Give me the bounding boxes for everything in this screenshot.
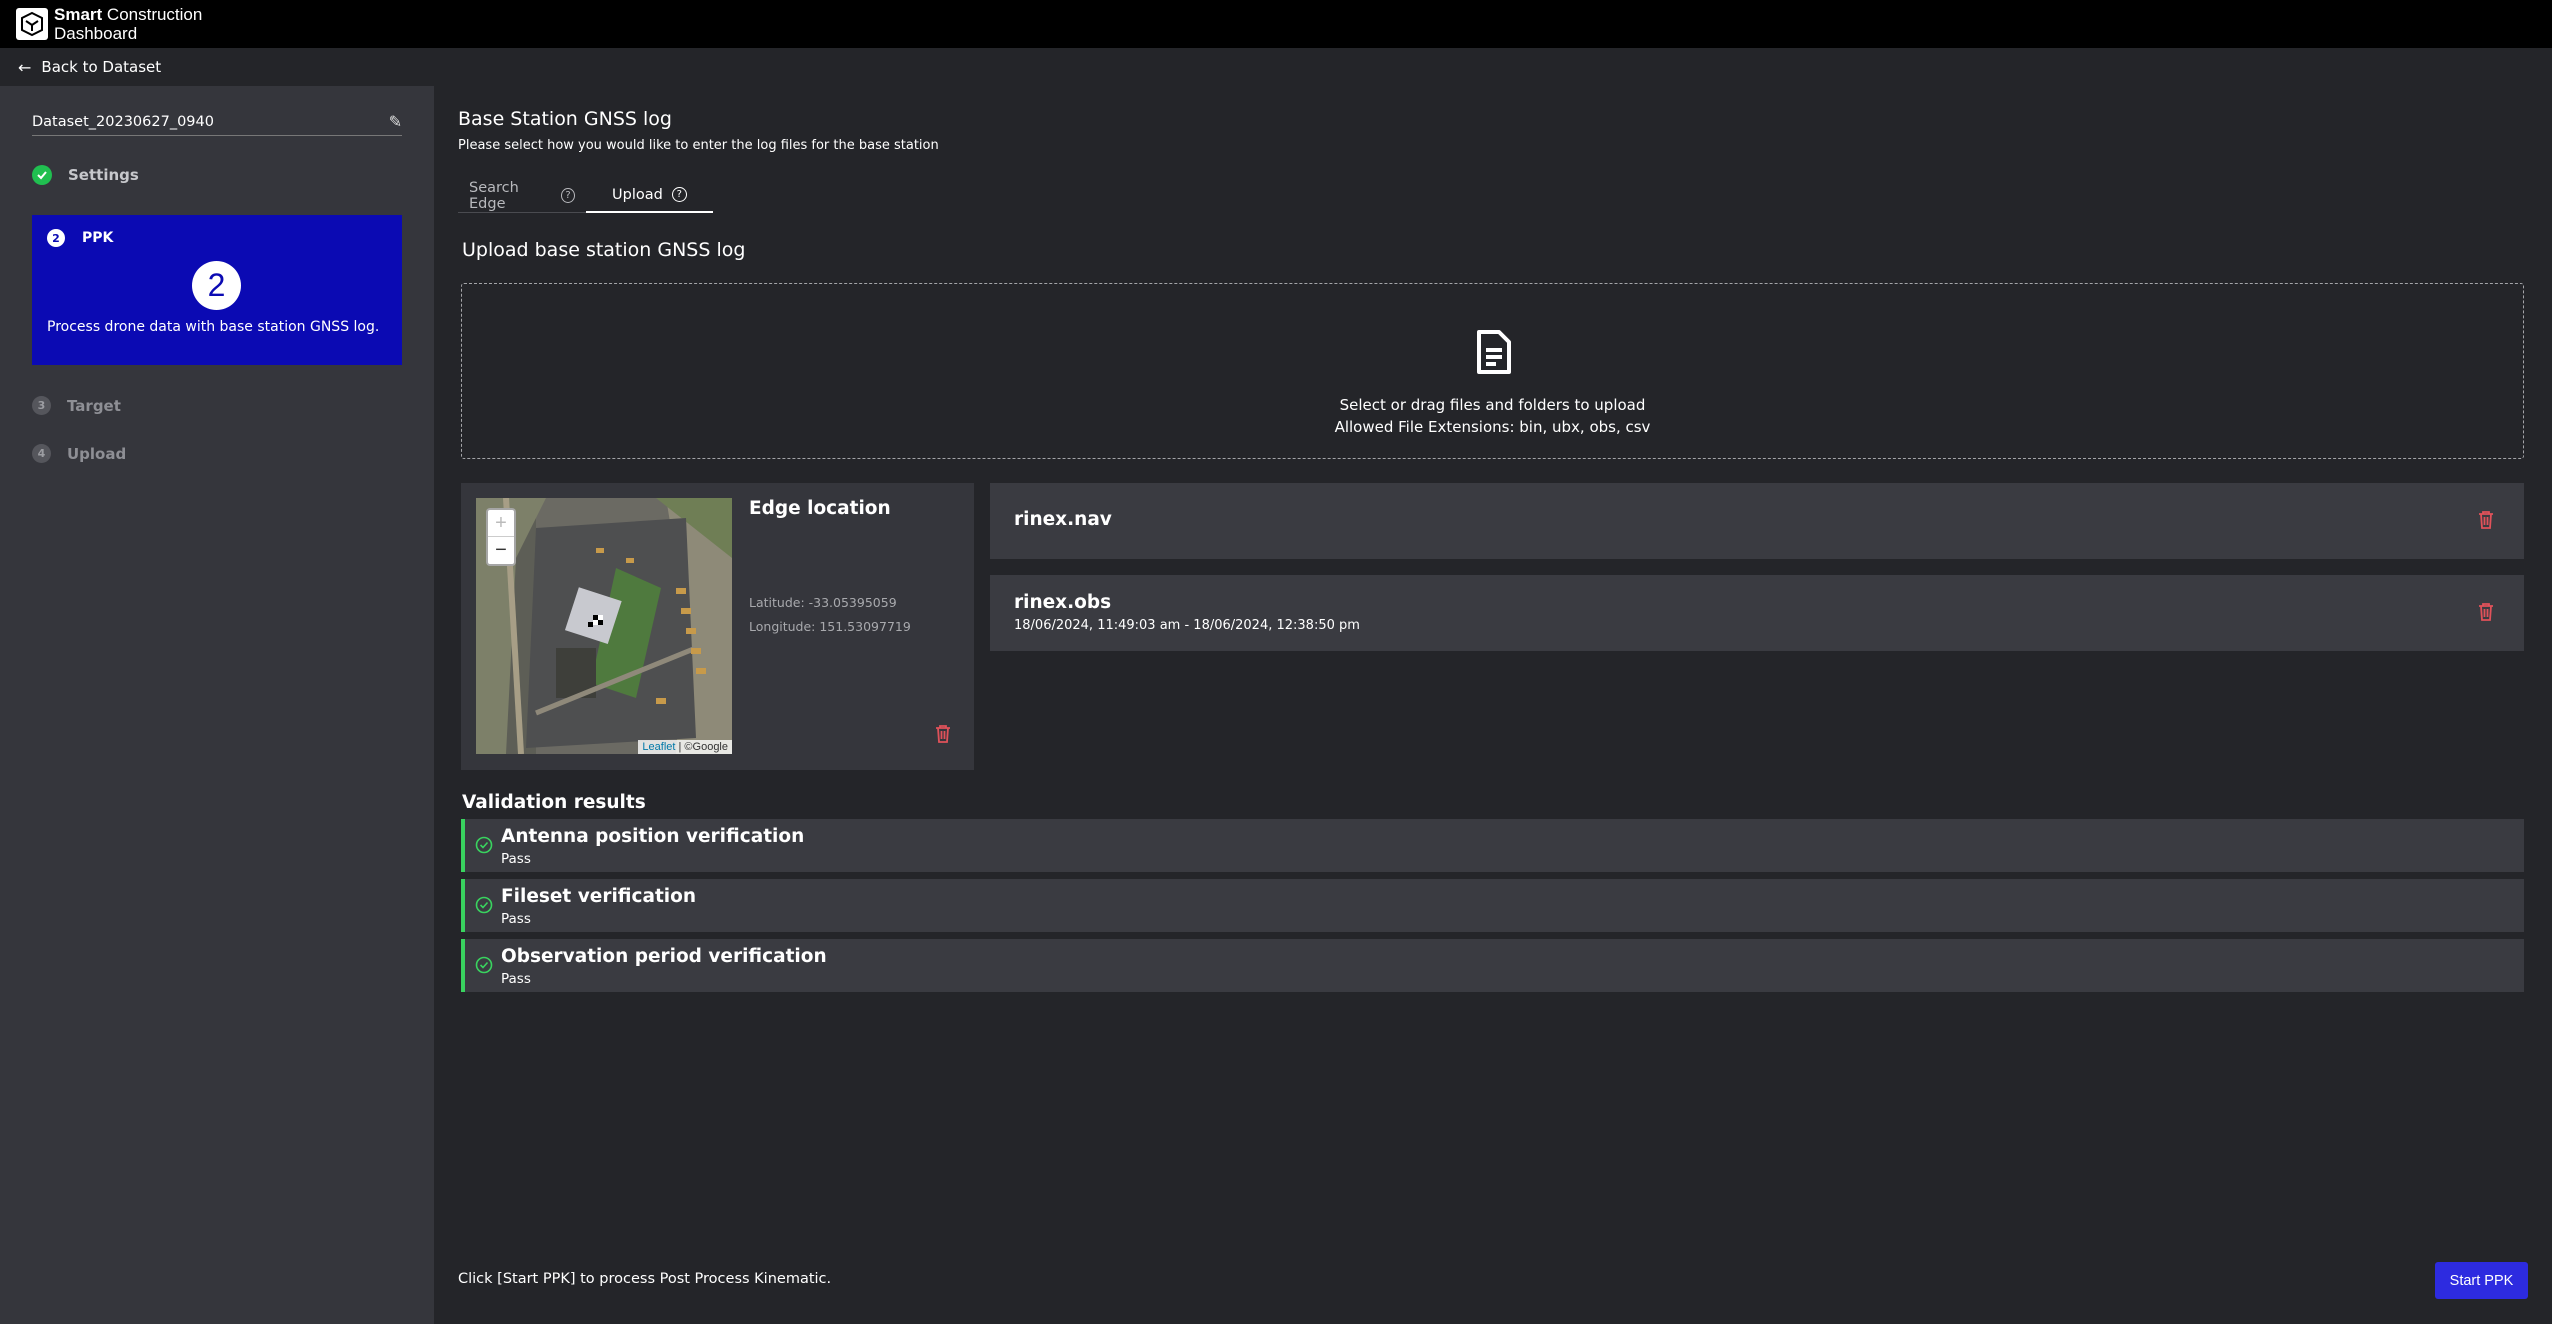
- validation-item: Observation period verification Pass: [461, 939, 2524, 992]
- delete-file-trash-icon[interactable]: [2478, 603, 2494, 625]
- edge-location-map[interactable]: + − Leaflet | ©Google: [476, 498, 732, 754]
- document-icon: [1469, 328, 1517, 380]
- validation-status: Pass: [501, 971, 531, 987]
- step-label: PPK: [82, 230, 114, 246]
- help-icon[interactable]: ?: [671, 187, 687, 202]
- app-logo-icon: [16, 8, 48, 40]
- step-number-badge: 2: [47, 229, 65, 247]
- dropzone-extensions: Allowed File Extensions: bin, ubx, obs, …: [1334, 418, 1651, 436]
- delete-file-trash-icon[interactable]: [2478, 511, 2494, 533]
- edge-latitude: Latitude: -33.05395059: [749, 595, 897, 610]
- step-ppk-active-card[interactable]: 2 PPK 2 Process drone data with base sta…: [32, 215, 402, 365]
- app-name: Smart Construction Dashboard: [54, 5, 203, 43]
- sidebar: Dataset_20230627_0940 ✎ Settings 2 PPK 2…: [0, 86, 434, 1324]
- step-label: Target: [67, 396, 121, 415]
- edge-location-title: Edge location: [749, 498, 891, 519]
- check-circle-icon: [475, 956, 493, 978]
- dropzone-instructions: Select or drag files and folders to uplo…: [1339, 396, 1646, 414]
- validation-name: Antenna position verification: [501, 826, 805, 847]
- step-label: Settings: [68, 166, 139, 184]
- edge-longitude: Longitude: 151.53097719: [749, 619, 911, 634]
- check-circle-icon: [475, 836, 493, 858]
- file-row-rinex-nav: rinex.nav: [990, 483, 2524, 559]
- step-settings[interactable]: Settings: [32, 165, 139, 185]
- top-bar: Smart Construction Dashboard: [0, 0, 2552, 48]
- zoom-out-button[interactable]: −: [488, 537, 514, 564]
- back-label: Back to Dataset: [41, 58, 162, 76]
- step-description: Process drone data with base station GNS…: [47, 319, 380, 335]
- delete-edge-trash-icon[interactable]: [935, 725, 951, 747]
- validation-name: Fileset verification: [501, 886, 697, 907]
- arrow-left-icon: ←: [18, 57, 32, 77]
- check-circle-icon: [475, 896, 493, 918]
- upload-section-title: Upload base station GNSS log: [462, 239, 746, 261]
- step-number-badge: 4: [32, 444, 51, 463]
- tab-bar: Search Edge ? Upload ?: [458, 178, 713, 213]
- step-number-badge: 3: [32, 396, 51, 415]
- leaflet-link[interactable]: Leaflet: [642, 741, 675, 753]
- footer-hint: Click [Start PPK] to process Post Proces…: [458, 1271, 832, 1287]
- validation-item: Fileset verification Pass: [461, 879, 2524, 932]
- step-label: Upload: [67, 444, 127, 463]
- check-circle-icon: [32, 165, 52, 185]
- file-name: rinex.nav: [1014, 509, 1112, 530]
- validation-status: Pass: [501, 851, 531, 867]
- step-large-number: 2: [192, 261, 241, 310]
- tab-search-edge[interactable]: Search Edge ?: [458, 178, 586, 213]
- dataset-name-field[interactable]: Dataset_20230627_0940 ✎: [32, 112, 402, 136]
- file-dropzone[interactable]: Select or drag files and folders to uplo…: [461, 283, 2524, 459]
- map-zoom-control: + −: [486, 508, 516, 566]
- file-time-range: 18/06/2024, 11:49:03 am - 18/06/2024, 12…: [1014, 618, 1360, 633]
- file-name: rinex.obs: [1014, 592, 1112, 613]
- step-upload[interactable]: 4 Upload: [32, 444, 126, 463]
- tab-upload[interactable]: Upload ?: [586, 178, 713, 213]
- map-attribution: Leaflet | ©Google: [638, 740, 732, 754]
- help-icon[interactable]: ?: [561, 188, 575, 203]
- validation-status: Pass: [501, 911, 531, 927]
- validation-item: Antenna position verification Pass: [461, 819, 2524, 872]
- page-subtitle: Please select how you would like to ente…: [458, 138, 939, 153]
- edge-location-card: + − Leaflet | ©Google Edge location Lati…: [461, 483, 974, 770]
- start-ppk-button[interactable]: Start PPK: [2435, 1262, 2528, 1299]
- file-row-rinex-obs: rinex.obs 18/06/2024, 11:49:03 am - 18/0…: [990, 575, 2524, 651]
- validation-name: Observation period verification: [501, 946, 827, 967]
- edit-pencil-icon[interactable]: ✎: [389, 112, 402, 131]
- validation-title: Validation results: [462, 792, 646, 813]
- back-to-dataset-link[interactable]: ← Back to Dataset: [0, 48, 2552, 86]
- page-title: Base Station GNSS log: [458, 108, 672, 130]
- step-target[interactable]: 3 Target: [32, 396, 121, 415]
- zoom-in-button[interactable]: +: [488, 510, 514, 537]
